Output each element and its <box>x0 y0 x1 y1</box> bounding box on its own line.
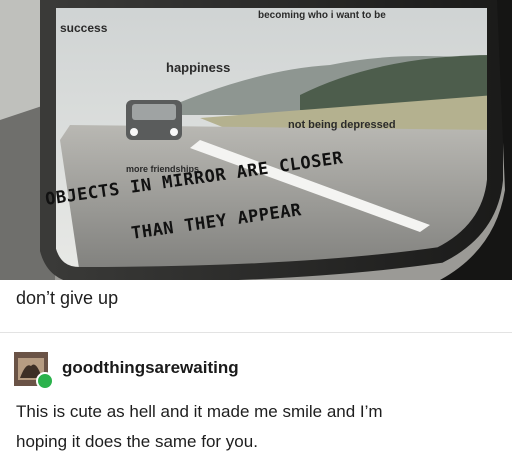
mirror-photo <box>0 0 512 280</box>
post-body: don’t give up <box>16 288 119 308</box>
reply-username[interactable]: goodthingsarewaiting <box>62 358 239 378</box>
caption-not-depressed: not being depressed <box>288 119 396 131</box>
caption-success: success <box>60 21 108 35</box>
reply-text-line2: hoping it does the same for you. <box>16 432 258 451</box>
reply-text-line1: This is cute as hell and it made me smil… <box>16 402 383 421</box>
reblog-badge-icon <box>36 372 54 390</box>
caption-becoming: becoming who i want to be <box>258 10 386 21</box>
caption-happiness: happiness <box>166 60 231 75</box>
divider <box>0 332 512 333</box>
